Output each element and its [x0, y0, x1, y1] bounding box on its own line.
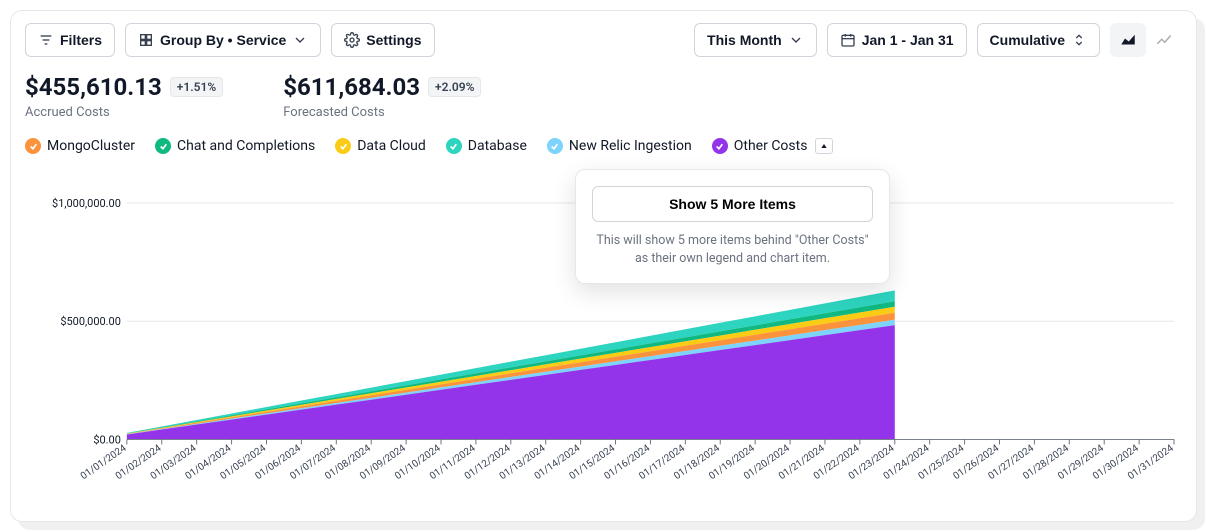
forecast-delta: +2.09% — [428, 77, 481, 97]
legend-item-database[interactable]: Database — [446, 138, 527, 154]
cumulative-label: Cumulative — [990, 32, 1065, 48]
accrued-stat: $455,610.13 +1.51% Accrued Costs — [25, 73, 223, 120]
legend-label: Chat and Completions — [177, 138, 315, 154]
filter-icon — [38, 32, 54, 48]
period-button[interactable]: This Month — [694, 23, 817, 57]
legend-label: Data Cloud — [357, 138, 426, 154]
line-chart-icon — [1155, 31, 1173, 49]
legend-label: Other Costs — [734, 138, 808, 154]
groupby-button[interactable]: Group By • Service — [125, 23, 321, 57]
legend-label: Database — [468, 138, 527, 154]
legend: MongoCluster Chat and Completions Data Clo… — [25, 138, 1182, 154]
legend-label: MongoCluster — [47, 138, 135, 154]
area-chart-icon — [1119, 31, 1137, 49]
settings-button[interactable]: Settings — [331, 23, 434, 57]
groupby-label: Group By • Service — [160, 32, 286, 48]
check-icon — [155, 138, 171, 154]
daterange-label: Jan 1 - Jan 31 — [862, 32, 954, 48]
svg-text:$0.00: $0.00 — [93, 433, 121, 446]
gear-icon — [344, 32, 360, 48]
popover-hint: This will show 5 more items behind "Othe… — [592, 232, 873, 267]
stats-row: $455,610.13 +1.51% Accrued Costs $611,68… — [25, 73, 1182, 120]
accrued-label: Accrued Costs — [25, 105, 223, 120]
svg-text:$500,000.00: $500,000.00 — [60, 315, 121, 328]
legend-item-chat-and-completions[interactable]: Chat and Completions — [155, 138, 315, 154]
calendar-icon — [840, 32, 856, 48]
cumulative-button[interactable]: Cumulative — [977, 23, 1100, 57]
accrued-delta: +1.51% — [170, 77, 223, 97]
filters-label: Filters — [60, 32, 102, 48]
chevron-down-icon — [788, 32, 804, 48]
expand-arrow-icon[interactable] — [815, 138, 833, 154]
period-label: This Month — [707, 32, 782, 48]
line-chart-button[interactable] — [1146, 23, 1182, 57]
check-icon — [25, 138, 41, 154]
costs-panel: Filters Group By • Service Settings This… — [10, 10, 1197, 522]
filters-button[interactable]: Filters — [25, 23, 115, 57]
check-icon — [335, 138, 351, 154]
legend-item-other-costs[interactable]: Other Costs — [712, 138, 834, 154]
settings-label: Settings — [366, 32, 421, 48]
show-more-button[interactable]: Show 5 More Items — [592, 186, 873, 222]
toolbar: Filters Group By • Service Settings This… — [25, 23, 1182, 57]
check-icon — [712, 138, 728, 154]
other-costs-popover: Show 5 More Items This will show 5 more … — [575, 169, 890, 284]
check-icon — [446, 138, 462, 154]
chart-type-toggle — [1110, 23, 1182, 57]
forecast-stat: $611,684.03 +2.09% Forecasted Costs — [283, 73, 481, 120]
area-chart-button[interactable] — [1110, 23, 1146, 57]
legend-item-data-cloud[interactable]: Data Cloud — [335, 138, 426, 154]
forecast-value: $611,684.03 — [283, 73, 420, 101]
grid-icon — [138, 32, 154, 48]
daterange-button[interactable]: Jan 1 - Jan 31 — [827, 23, 967, 57]
check-icon — [547, 138, 563, 154]
chevron-down-icon — [292, 32, 308, 48]
legend-item-mongocluster[interactable]: MongoCluster — [25, 138, 135, 154]
forecast-label: Forecasted Costs — [283, 105, 481, 120]
legend-label: New Relic Ingestion — [569, 138, 692, 154]
legend-item-new-relic-ingestion[interactable]: New Relic Ingestion — [547, 138, 692, 154]
sort-icon — [1071, 32, 1087, 48]
svg-text:$1,000,000.00: $1,000,000.00 — [52, 197, 121, 210]
accrued-value: $455,610.13 — [25, 73, 162, 101]
